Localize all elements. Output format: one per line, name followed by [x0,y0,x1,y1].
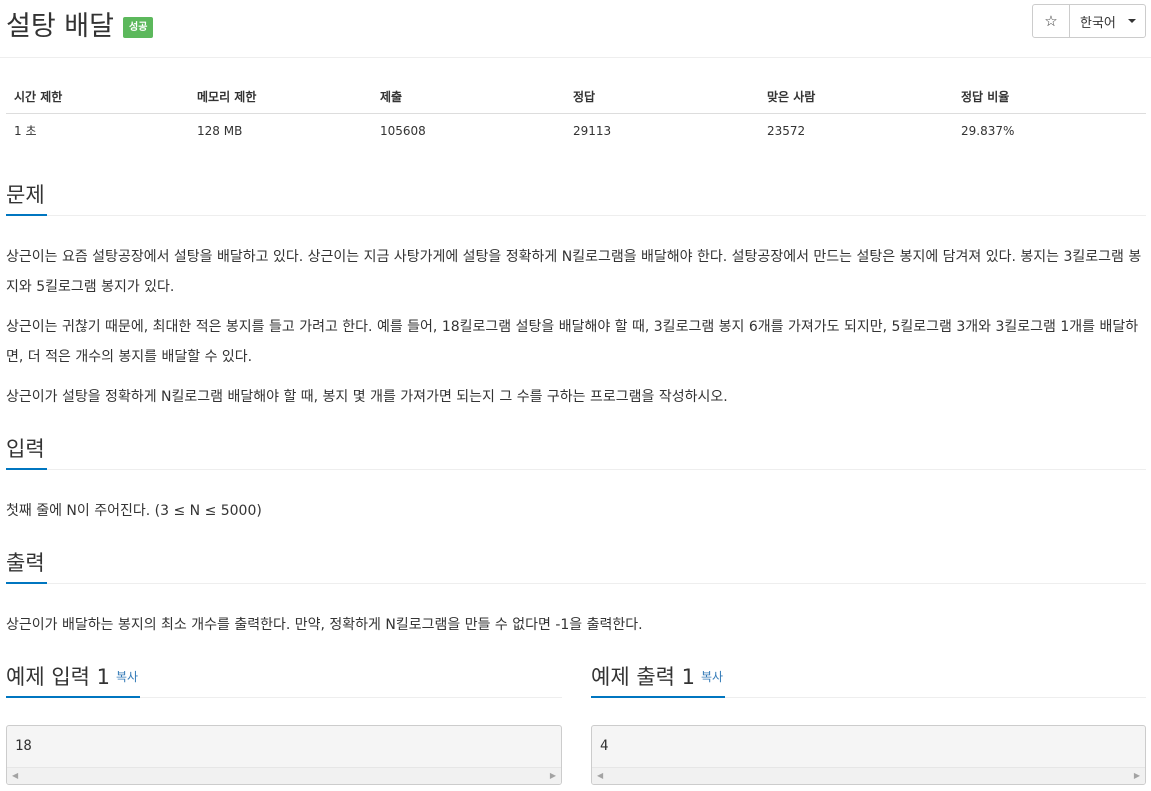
sample-input-value: 18 [15,738,32,754]
table-row: 1 초 128 MB 105608 29113 23572 29.837% [6,113,1146,148]
header-submissions: 제출 [372,80,565,114]
header-memory-limit: 메모리 제한 [189,80,372,114]
scroll-right-icon[interactable]: ▶ [550,771,556,780]
table-header-row: 시간 제한 메모리 제한 제출 정답 맞은 사람 정답 비율 [6,80,1146,114]
star-icon: ☆ [1044,12,1058,30]
problem-paragraph-3: 상근이가 설탕을 정확하게 N킬로그램 배달해야 할 때, 봉지 몇 개를 가져… [6,389,728,405]
value-memory-limit: 128 MB [197,123,243,138]
output-section-heading: 출력 [6,548,1146,584]
language-dropdown[interactable]: 한국어 [1069,4,1146,38]
scroll-left-icon[interactable]: ◀ [597,771,603,780]
problem-section-heading: 문제 [6,180,1146,216]
sample-input-box[interactable]: 18 ◀ ▶ [6,725,562,785]
sample-output-heading: 예제 출력 1 복사 [591,662,1146,698]
scroll-right-icon[interactable]: ▶ [1134,771,1140,780]
sample-input-heading: 예제 입력 1 복사 [6,662,562,698]
value-submissions: 105608 [380,123,426,138]
output-description: 상근이가 배달하는 봉지의 최소 개수를 출력한다. 만약, 정확하게 N킬로그… [6,617,643,633]
star-button[interactable]: ☆ [1032,4,1070,38]
value-time-limit: 1 초 [14,124,37,139]
language-label: 한국어 [1080,15,1116,31]
status-badge: 성공 [123,17,154,38]
horizontal-scrollbar[interactable]: ◀ ▶ [7,767,561,784]
header-accept-ratio: 정답 비율 [953,80,1146,114]
sample-output-value: 4 [600,738,609,754]
page-header: 설탕 배달 성공 ☆ 한국어 [0,0,1151,58]
input-heading: 입력 [6,434,47,470]
header-solved-users: 맞은 사람 [759,80,953,114]
page-title: 설탕 배달 [6,11,114,42]
problem-info-table: 시간 제한 메모리 제한 제출 정답 맞은 사람 정답 비율 1 초 128 M… [6,80,1146,148]
copy-input-button[interactable]: 복사 [116,670,138,684]
value-accepted: 29113 [573,123,612,138]
sample-output-title: 예제 출력 1 [591,665,695,689]
caret-down-icon [1127,19,1136,23]
header-accepted: 정답 [565,80,759,114]
copy-output-button[interactable]: 복사 [701,670,723,684]
value-accept-ratio: 29.837% [961,123,1015,138]
header-time-limit: 시간 제한 [6,80,189,114]
problem-paragraph-1: 상근이는 요즘 설탕공장에서 설탕을 배달하고 있다. 상근이는 지금 사탕가게… [6,249,1142,295]
input-description: 첫째 줄에 N이 주어진다. (3 ≤ N ≤ 5000) [6,503,262,519]
scroll-left-icon[interactable]: ◀ [12,771,18,780]
horizontal-scrollbar[interactable]: ◀ ▶ [592,767,1145,784]
sample-input-title: 예제 입력 1 [6,665,110,689]
problem-heading: 문제 [6,180,47,216]
output-heading: 출력 [6,548,47,584]
input-section-heading: 입력 [6,434,1146,470]
value-solved-users: 23572 [767,123,806,138]
sample-output-box[interactable]: 4 ◀ ▶ [591,725,1146,785]
problem-paragraph-2: 상근이는 귀찮기 때문에, 최대한 적은 봉지를 들고 가려고 한다. 예를 들… [6,319,1139,365]
header-actions: ☆ 한국어 [1032,4,1146,38]
